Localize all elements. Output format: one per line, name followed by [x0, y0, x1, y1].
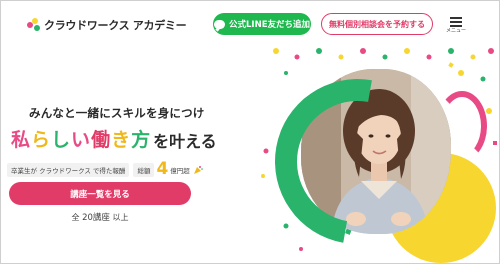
book-consultation-label: 無料個別相談会を予約する — [329, 19, 425, 29]
logo-text: クラウドワークス アカデミー — [44, 19, 187, 32]
stat-label: 卒業生が クラウドワークス で得た報酬 — [7, 163, 130, 177]
hamburger-icon — [450, 17, 462, 19]
logo-icon — [27, 18, 41, 32]
headline-char: き — [111, 129, 132, 151]
line-friend-label: 公式LINE友だち追加 — [229, 20, 310, 30]
site-header: クラウドワークス アカデミー 公式LINE友だち追加 無料個別相談会を予約する … — [1, 1, 499, 47]
headline-char: 私 — [11, 129, 32, 151]
course-count-prefix: 全 — [71, 213, 80, 222]
page-frame: クラウドワークス アカデミー 公式LINE友だち追加 無料個別相談会を予約する … — [0, 0, 500, 264]
line-friend-button[interactable]: 公式LINE友だち追加 — [213, 13, 311, 35]
book-consultation-button[interactable]: 無料個別相談会を予約する — [321, 13, 433, 35]
hero-subtitle: みんなと一緒にスキルを身につけ — [29, 106, 205, 120]
course-count-value: 20講座 — [82, 213, 110, 223]
site-logo[interactable]: クラウドワークス アカデミー — [27, 17, 187, 33]
headline-char: 方 — [131, 129, 152, 151]
headline-colored: 私らしい働き方 — [11, 125, 151, 152]
headline-char: い — [71, 129, 92, 151]
stat-unit: 億円超 — [170, 167, 190, 175]
menu-button[interactable]: メニュー — [445, 14, 467, 36]
headline-rest: を叶える — [153, 132, 217, 151]
headline-char: し — [51, 129, 72, 151]
menu-label: メニュー — [445, 28, 466, 34]
graduate-earnings-stat: 卒業生が クラウドワークス で得た報酬 総額 4 億円超 — [7, 159, 203, 179]
headline-char: 働 — [91, 129, 112, 151]
hamburger-icon-bar — [450, 21, 462, 23]
course-list-button[interactable]: 講座一覧を見る — [9, 182, 191, 205]
line-icon — [214, 19, 225, 29]
headline-char: ら — [31, 129, 52, 151]
party-popper-icon — [193, 166, 203, 174]
course-count: 全 20講座 以上 — [9, 211, 191, 223]
hero-headline: 私らしい働き方 を叶える — [11, 125, 217, 152]
course-count-suffix: 以上 — [112, 213, 129, 222]
stat-total-label: 総額 — [133, 163, 155, 177]
course-list-label: 講座一覧を見る — [70, 189, 130, 200]
headline-colored-text: 私らしい働き方 — [11, 129, 151, 151]
stat-value: 4 — [156, 159, 169, 179]
